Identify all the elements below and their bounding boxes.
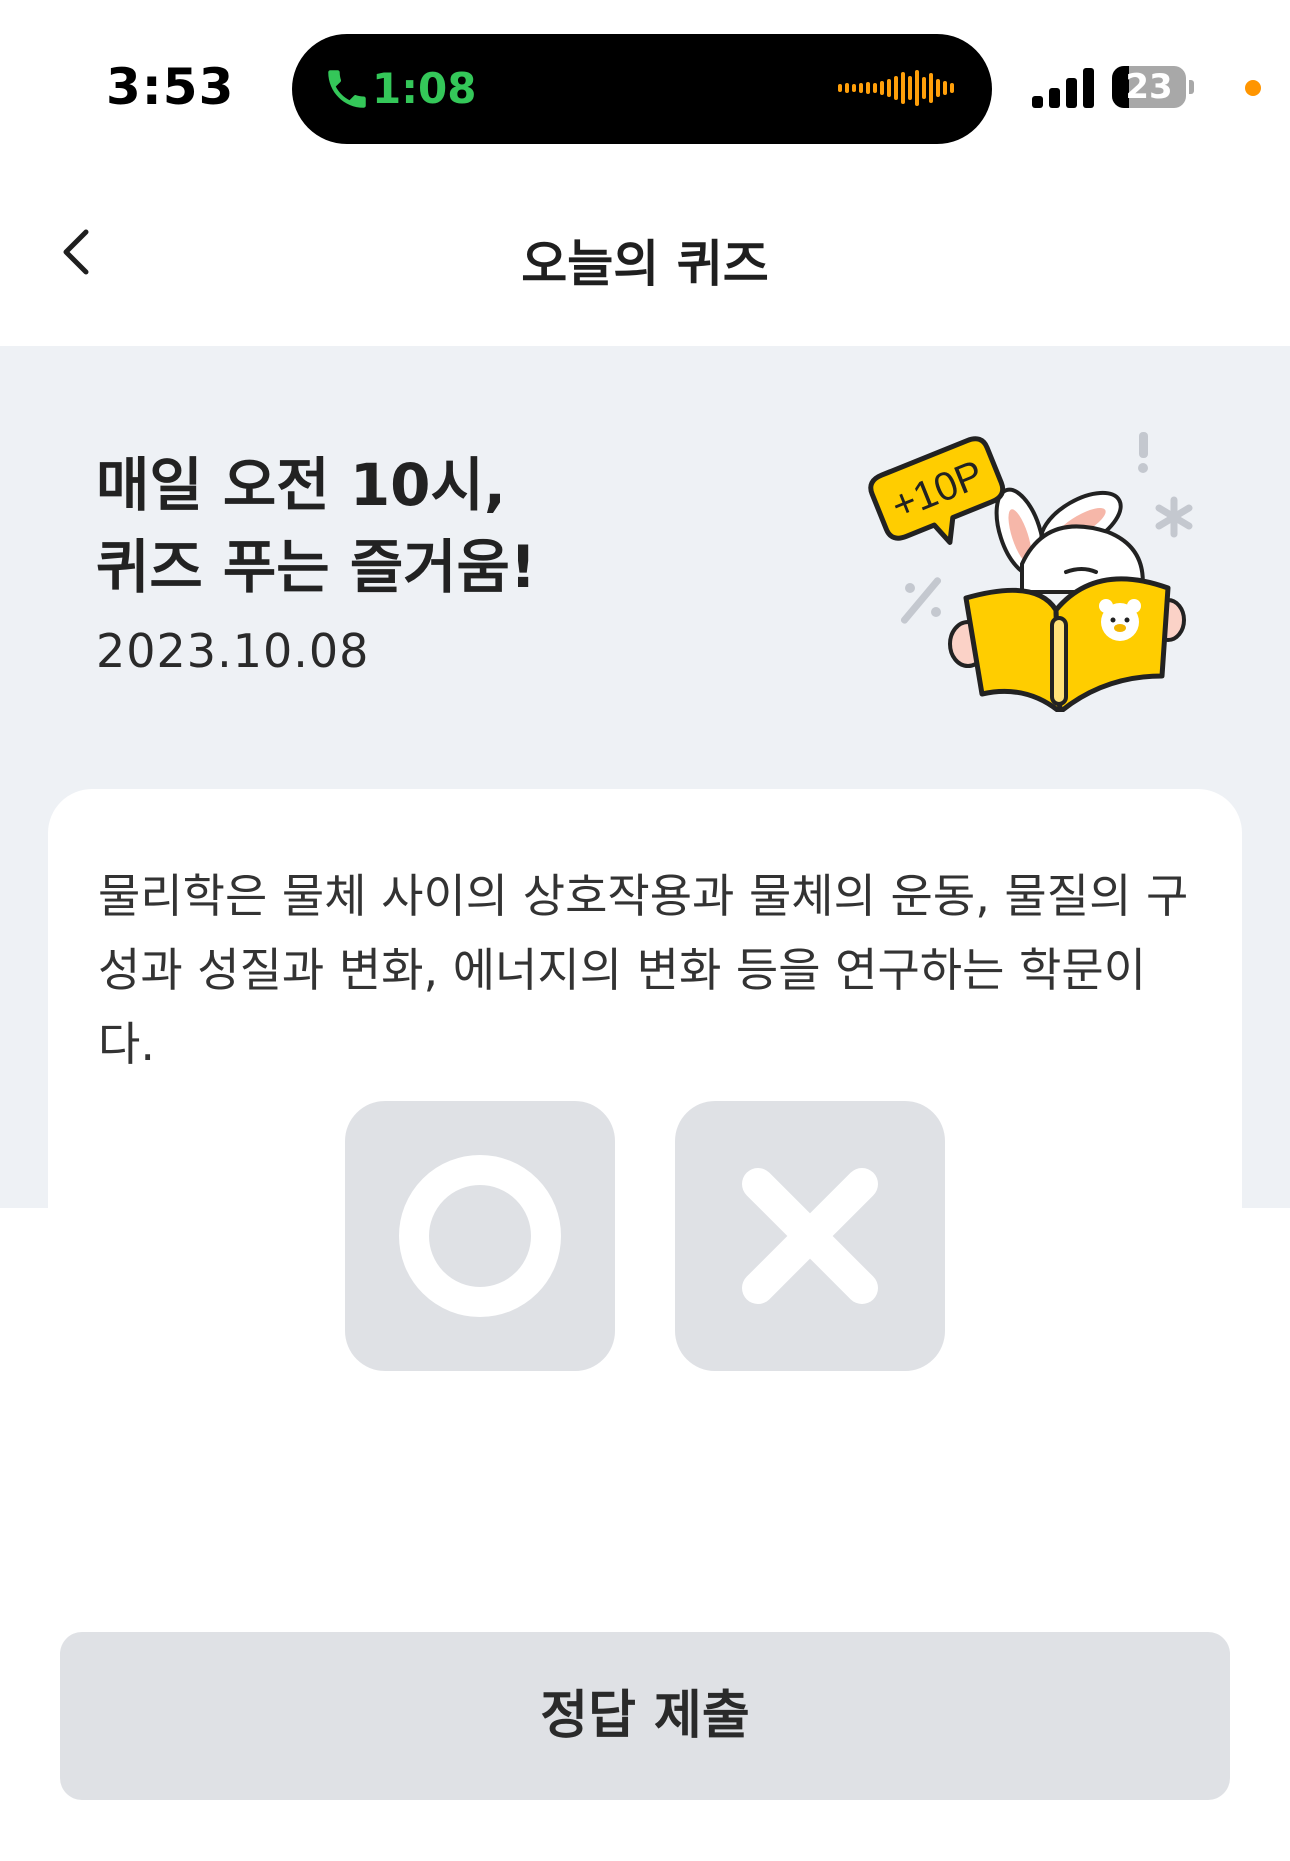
quiz-question: 물리학은 물체 사이의 상호작용과 물체의 운동, 물질의 구성과 성질과 변화…: [98, 869, 1189, 1071]
battery-icon: 23: [1112, 66, 1194, 108]
hero-headline-line2: 퀴즈 푸는 즐거움!: [96, 533, 537, 601]
submit-answer-label: 정답 제출: [540, 1686, 750, 1746]
call-timer: 1:08: [372, 64, 477, 113]
status-time: 3:53: [106, 58, 235, 116]
answer-o-button[interactable]: [345, 1101, 615, 1371]
privacy-indicator-dot: [1245, 80, 1261, 96]
submit-answer-button[interactable]: 정답 제출: [60, 1632, 1230, 1800]
quiz-card: 물리학은 물체 사이의 상호작용과 물체의 운동, 물질의 구성과 성질과 변화…: [48, 789, 1242, 1669]
phone-icon: [328, 70, 366, 108]
dynamic-island-call[interactable]: 1:08: [292, 34, 992, 144]
page-title: 오늘의 퀴즈: [521, 235, 769, 293]
rabbit-reading-book-illustration: +10P: [868, 432, 1193, 712]
hero-headline: 매일 오전 10시, 퀴즈 푸는 즐거움!: [96, 444, 536, 608]
quiz-date: 2023.10.08: [96, 624, 370, 678]
hero-headline-line1: 매일 오전 10시,: [96, 451, 506, 519]
status-bar: 3:53 1:08 23: [0, 0, 1290, 160]
cellular-signal-icon: [1032, 68, 1094, 108]
circle-o-icon: [399, 1155, 561, 1317]
nav-bar: 오늘의 퀴즈: [0, 160, 1290, 346]
battery-level: 23: [1125, 67, 1173, 107]
cross-x-icon: [742, 1168, 878, 1304]
answer-x-button[interactable]: [675, 1101, 945, 1371]
audio-waveform-icon: [838, 70, 954, 106]
